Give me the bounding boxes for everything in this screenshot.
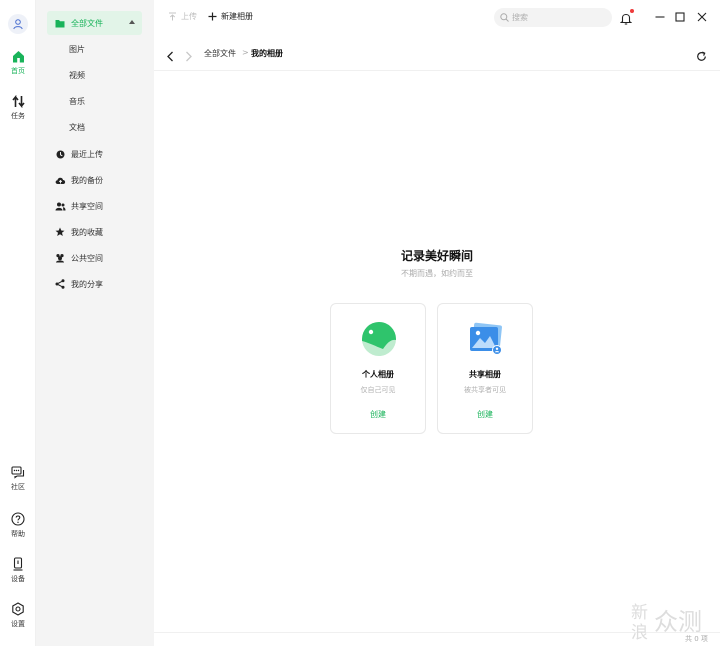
star-icon (55, 227, 65, 236)
sidebar-sub-documents[interactable]: 文档 (69, 122, 85, 133)
rail-community-button[interactable]: 社区 (0, 466, 36, 492)
rail-tasks-button[interactable]: 任务 (0, 95, 36, 121)
device-icon (13, 557, 23, 571)
personal-album-name: 个人相册 (362, 370, 394, 379)
rail-devices-button[interactable]: 设备 (0, 557, 36, 584)
rail-settings-button[interactable]: 设置 (0, 602, 36, 629)
plus-icon (208, 12, 217, 21)
shared-album-card[interactable]: 共享相册 被共享者可见 创建 (437, 303, 533, 434)
refresh-icon (697, 51, 706, 61)
breadcrumb-current: 我的相册 (251, 49, 283, 58)
watermark-char-1: 新 (631, 603, 648, 623)
sidebar-item-label: 最近上传 (71, 149, 103, 159)
sidebar-item-all-files[interactable]: 全部文件 (47, 11, 142, 35)
left-rail: 首页 任务 社区 帮助 设备 设置 (0, 0, 36, 646)
personal-album-card[interactable]: 个人相册 仅自己可见 创建 (330, 303, 426, 434)
users-icon (55, 202, 65, 210)
sidebar-item-backup[interactable]: 我的备份 (47, 168, 142, 192)
breadcrumb-bar: 全部文件 > 我的相册 (154, 35, 720, 71)
rail-tasks-label: 任务 (11, 112, 25, 120)
home-icon (12, 51, 24, 63)
notification-button[interactable] (619, 9, 634, 29)
sidebar-item-favorites[interactable]: 我的收藏 (47, 220, 142, 244)
rail-settings-label: 设置 (11, 620, 25, 628)
shared-album-icon (470, 322, 502, 355)
back-button[interactable] (166, 47, 175, 66)
upload-icon (169, 12, 176, 21)
sidebar-sub-music[interactable]: 音乐 (69, 96, 85, 107)
create-shared-album-button[interactable]: 创建 (438, 409, 532, 420)
sidebar-sub-images[interactable]: 图片 (69, 44, 85, 55)
rail-community-label: 社区 (11, 483, 25, 491)
breadcrumb-separator: > (242, 48, 249, 57)
watermark-logo: 新 浪 众测 (631, 603, 702, 642)
rail-home-label: 首页 (11, 67, 25, 75)
help-icon (11, 512, 25, 526)
bell-icon (619, 13, 633, 25)
sidebar-item-label: 我的备份 (71, 175, 103, 185)
sidebar-item-label: 全部文件 (71, 18, 103, 28)
sidebar-item-label: 公共空间 (71, 253, 103, 263)
transfer-icon (11, 95, 25, 108)
personal-album-desc: 仅自己可见 (360, 386, 396, 394)
shared-album-desc: 被共享者可见 (464, 386, 506, 394)
chevron-left-icon (167, 51, 173, 62)
upload-button[interactable]: 上传 (168, 11, 197, 22)
chat-icon (11, 466, 25, 479)
page-subtitle: 不期而遇，如约而至 (401, 269, 473, 278)
user-icon (13, 19, 23, 30)
rail-devices-label: 设备 (11, 575, 25, 583)
upload-label: 上传 (181, 12, 197, 21)
sidebar-item-label: 共享空间 (71, 201, 103, 211)
sidebar-item-shared-space[interactable]: 共享空间 (47, 194, 142, 218)
group-icon (56, 254, 64, 263)
minimize-button[interactable] (654, 11, 666, 23)
close-icon (697, 12, 707, 22)
search-icon (500, 13, 509, 22)
notification-badge (630, 9, 634, 13)
sidebar-sub-videos[interactable]: 视频 (69, 70, 85, 81)
top-toolbar: 上传 新建相册 (154, 0, 720, 35)
settings-icon (12, 602, 24, 616)
rail-home-button[interactable]: 首页 (0, 50, 36, 76)
new-album-button[interactable]: 新建相册 (208, 11, 253, 22)
watermark-text: 众测 (654, 608, 702, 636)
sidebar-item-my-shares[interactable]: 我的分享 (47, 272, 142, 296)
sidebar-item-public-space[interactable]: 公共空间 (47, 246, 142, 270)
forward-button[interactable] (184, 47, 193, 66)
breadcrumb-root[interactable]: 全部文件 (204, 48, 236, 59)
rail-help-button[interactable]: 帮助 (0, 512, 36, 539)
avatar[interactable] (8, 14, 28, 34)
create-personal-album-button[interactable]: 创建 (331, 409, 425, 420)
share-icon (55, 279, 65, 289)
chevron-up-icon (129, 20, 135, 24)
clock-icon (56, 150, 64, 158)
new-album-label: 新建相册 (221, 12, 253, 21)
maximize-button[interactable] (674, 11, 686, 23)
minimize-icon (655, 16, 665, 18)
search-box[interactable] (494, 8, 612, 27)
search-input[interactable] (512, 13, 602, 22)
folder-icon (55, 19, 65, 27)
sidebar: 全部文件 图片 视频 音乐 文档 最近上传 我的备份 共享空间 我的收藏 公共空… (36, 0, 154, 646)
page-title: 记录美好瞬间 (400, 249, 473, 263)
sidebar-item-recent[interactable]: 最近上传 (47, 142, 142, 166)
chevron-right-icon (186, 51, 192, 62)
shared-album-name: 共享相册 (469, 370, 501, 379)
personal-album-icon (362, 322, 396, 356)
refresh-button[interactable] (696, 47, 707, 66)
sidebar-item-label: 我的分享 (71, 279, 103, 289)
cloud-upload-icon (55, 177, 65, 184)
rail-help-label: 帮助 (11, 530, 25, 538)
watermark-char-2: 浪 (631, 623, 648, 642)
maximize-icon (675, 12, 685, 22)
sidebar-item-label: 我的收藏 (71, 227, 103, 237)
close-button[interactable] (696, 11, 708, 23)
